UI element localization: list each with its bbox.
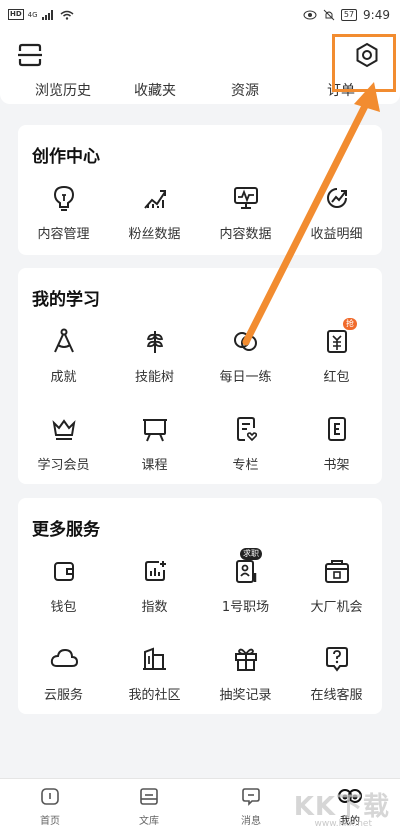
bar-chart-icon (109, 183, 200, 213)
column-doc-icon (200, 414, 291, 444)
creation-item-earnings[interactable]: 收益明细 (291, 183, 382, 242)
creation-item-label: 内容数据 (219, 227, 272, 242)
service-item-label: 大厂机会 (310, 600, 363, 615)
creation-item-label: 内容管理 (37, 227, 90, 242)
scan-icon[interactable] (16, 42, 44, 72)
nav-messages[interactable]: 消息 (221, 785, 281, 827)
study-item-achievement[interactable]: 成就 (18, 326, 109, 385)
easel-icon (109, 414, 200, 444)
service-item-label: 我的社区 (128, 688, 181, 703)
service-item-wallet[interactable]: 钱包 (18, 556, 109, 615)
hd-badge: HD (8, 9, 24, 20)
job-seek-badge: 求职 (240, 548, 262, 560)
more-services-title: 更多服务 (32, 520, 100, 540)
wallet-icon (18, 556, 109, 586)
service-item-index[interactable]: 指数 (109, 556, 200, 615)
red-envelope-icon: 抢 (291, 318, 382, 356)
study-item-label: 每日一练 (219, 370, 272, 385)
study-item-label: 课程 (141, 458, 168, 473)
creation-center-title: 创作中心 (32, 147, 100, 167)
status-right: 57 9:49 (303, 8, 390, 22)
message-icon (242, 788, 260, 806)
study-item-label: 书架 (323, 458, 350, 473)
crown-icon (18, 414, 109, 444)
resume-icon: 求职 (200, 548, 291, 586)
nav-home[interactable]: 首页 (20, 785, 80, 827)
study-item-label: 红包 (323, 370, 350, 385)
more-services-card: 更多服务 钱包 指数 求职 1号职场 大厂机会 云服务 我的社区 抽奖记录 在线… (18, 498, 382, 714)
quick-link-history[interactable]: 浏览历史 (18, 80, 108, 100)
service-item-career[interactable]: 求职 1号职场 (200, 548, 291, 615)
index-chart-icon (109, 556, 200, 586)
briefcase-icon (291, 556, 382, 586)
trend-circle-icon (291, 183, 382, 213)
study-item-column[interactable]: 专栏 (200, 414, 291, 473)
lightbulb-icon (18, 183, 109, 213)
service-item-label: 钱包 (50, 600, 77, 615)
service-item-support[interactable]: 在线客服 (291, 644, 382, 703)
study-item-label: 专栏 (232, 458, 259, 473)
signal-icon (41, 9, 53, 20)
service-item-label: 在线客服 (310, 688, 363, 703)
my-study-card: 我的学习 成就 技能树 每日一练 抢 红包 学习会员 课程 专栏 书架 (18, 268, 382, 484)
monitor-chart-icon (200, 183, 291, 213)
nav-library[interactable]: 文库 (119, 785, 179, 827)
status-left: HD 4G (8, 9, 74, 20)
nav-label: 文库 (139, 816, 159, 827)
settings-highlight-box (332, 34, 396, 92)
nav-label: 消息 (241, 816, 261, 827)
service-item-big-company[interactable]: 大厂机会 (291, 556, 382, 615)
study-item-course[interactable]: 课程 (109, 414, 200, 473)
study-item-vip[interactable]: 学习会员 (18, 414, 109, 473)
creation-item-content-data[interactable]: 内容数据 (200, 183, 291, 242)
compass-icon (18, 326, 109, 356)
home-icon (41, 788, 59, 805)
grab-badge: 抢 (343, 318, 357, 330)
overlap-circles-icon (200, 326, 291, 356)
watermark-logo: KK下载 (293, 792, 390, 822)
community-icon (109, 644, 200, 674)
quick-link-favorites[interactable]: 收藏夹 (110, 80, 200, 100)
creation-item-label: 粉丝数据 (128, 227, 181, 242)
quick-link-resources[interactable]: 资源 (200, 80, 290, 100)
status-time: 9:49 (363, 8, 390, 22)
cloud-icon (18, 644, 109, 674)
study-item-daily-practice[interactable]: 每日一练 (200, 326, 291, 385)
service-item-label: 抽奖记录 (219, 688, 272, 703)
status-bar: HD 4G 57 9:49 (0, 0, 400, 32)
study-item-skill-tree[interactable]: 技能树 (109, 326, 200, 385)
nav-label: 首页 (40, 816, 60, 827)
wheat-icon (109, 326, 200, 356)
wifi-icon (60, 10, 74, 20)
study-item-label: 学习会员 (37, 458, 90, 473)
service-item-label: 指数 (141, 600, 168, 615)
service-item-cloud[interactable]: 云服务 (18, 644, 109, 703)
gift-icon (200, 644, 291, 674)
service-item-community[interactable]: 我的社区 (109, 644, 200, 703)
service-item-label: 云服务 (43, 688, 83, 703)
service-item-label: 1号职场 (221, 600, 270, 615)
study-item-label: 技能树 (134, 370, 174, 385)
watermark-url: www.kkx.net (314, 819, 373, 829)
library-icon (140, 788, 158, 805)
study-item-red-envelope[interactable]: 抢 红包 (291, 318, 382, 385)
eye-icon (303, 10, 317, 20)
study-item-label: 成就 (50, 370, 77, 385)
service-item-lottery[interactable]: 抽奖记录 (200, 644, 291, 703)
creation-item-content-manage[interactable]: 内容管理 (18, 183, 109, 242)
help-chat-icon (291, 644, 382, 674)
my-study-title: 我的学习 (32, 290, 100, 310)
battery-indicator: 57 (340, 9, 358, 21)
signal-text: 4G (27, 10, 38, 19)
creation-item-label: 收益明细 (310, 227, 363, 242)
creation-center-card: 创作中心 内容管理 粉丝数据 内容数据 收益明细 (18, 125, 382, 255)
study-item-bookshelf[interactable]: 书架 (291, 414, 382, 473)
book-e-icon (291, 414, 382, 444)
mute-bell-icon (323, 9, 335, 21)
creation-item-fans-data[interactable]: 粉丝数据 (109, 183, 200, 242)
